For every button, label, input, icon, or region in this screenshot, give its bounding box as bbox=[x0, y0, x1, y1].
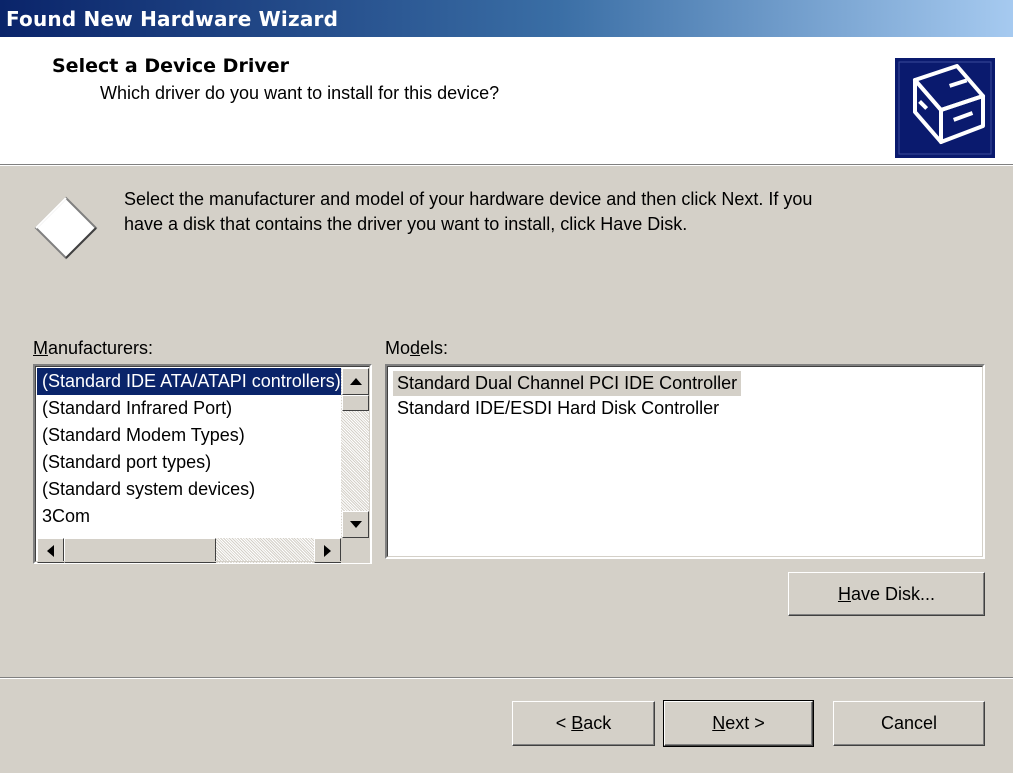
wizard-header: Select a Device Driver Which driver do y… bbox=[0, 37, 1013, 164]
manufacturer-item[interactable]: (Standard system devices) bbox=[37, 476, 342, 503]
title-bar[interactable]: Found New Hardware Wizard bbox=[0, 0, 1013, 37]
next-button[interactable]: Next > bbox=[663, 700, 814, 747]
vertical-scroll-thumb[interactable] bbox=[342, 395, 369, 411]
instructions-text: Select the manufacturer and model of you… bbox=[124, 187, 964, 237]
manufacturers-items: (Standard IDE ATA/ATAPI controllers) (Sta… bbox=[37, 368, 342, 538]
model-item[interactable]: Standard Dual Channel PCI IDE Controller bbox=[393, 371, 742, 396]
manufacturer-item[interactable]: (Standard Infrared Port) bbox=[37, 395, 342, 422]
cancel-button[interactable]: Cancel bbox=[833, 701, 985, 746]
scroll-down-button[interactable] bbox=[342, 511, 369, 538]
manufacturers-vertical-scrollbar[interactable] bbox=[341, 368, 370, 538]
scroll-up-button[interactable] bbox=[342, 368, 369, 395]
manufacturer-item[interactable]: (Standard port types) bbox=[37, 449, 342, 476]
have-disk-button[interactable]: Have Disk... bbox=[788, 572, 985, 616]
scroll-left-button[interactable] bbox=[37, 538, 64, 563]
arrow-up-icon bbox=[349, 377, 362, 385]
manufacturers-horizontal-scrollbar[interactable] bbox=[37, 538, 341, 563]
models-listbox[interactable]: Standard Dual Channel PCI IDE Controller… bbox=[385, 364, 985, 559]
models-items: Standard Dual Channel PCI IDE Controller… bbox=[393, 371, 742, 442]
manufacturer-item[interactable]: 3Com bbox=[37, 503, 342, 530]
instructions-line-1: Select the manufacturer and model of you… bbox=[124, 189, 813, 209]
manufacturer-item[interactable]: (Standard IDE ATA/ATAPI controllers) bbox=[37, 368, 342, 395]
footer-separator bbox=[0, 677, 1013, 679]
manufacturers-label: Manufacturers: bbox=[33, 338, 154, 358]
arrow-right-icon bbox=[323, 544, 331, 557]
scroll-right-button[interactable] bbox=[314, 538, 341, 563]
manufacturers-listbox[interactable]: (Standard IDE ATA/ATAPI controllers) (Sta… bbox=[33, 364, 372, 564]
page-subtitle: Which driver do you want to install for … bbox=[100, 83, 500, 103]
models-label: Models: bbox=[385, 338, 449, 358]
arrow-left-icon bbox=[46, 544, 54, 557]
header-separator bbox=[0, 164, 1013, 166]
instructions-line-2: have a disk that contains the driver you… bbox=[124, 214, 688, 234]
diamond-icon bbox=[34, 196, 98, 260]
model-item[interactable]: Standard IDE/ESDI Hard Disk Controller bbox=[393, 396, 741, 421]
found-new-hardware-wizard-window: Found New Hardware Wizard Select a Devic… bbox=[0, 0, 1013, 773]
scrollbar-corner bbox=[341, 538, 370, 563]
window-title: Found New Hardware Wizard bbox=[6, 7, 339, 31]
arrow-down-icon bbox=[349, 520, 362, 528]
manufacturer-item[interactable]: (Standard Modem Types) bbox=[37, 422, 342, 449]
page-title: Select a Device Driver bbox=[52, 55, 289, 77]
hardware-card-icon bbox=[895, 58, 995, 158]
horizontal-scroll-thumb[interactable] bbox=[64, 538, 216, 563]
back-button[interactable]: < Back bbox=[512, 701, 655, 746]
